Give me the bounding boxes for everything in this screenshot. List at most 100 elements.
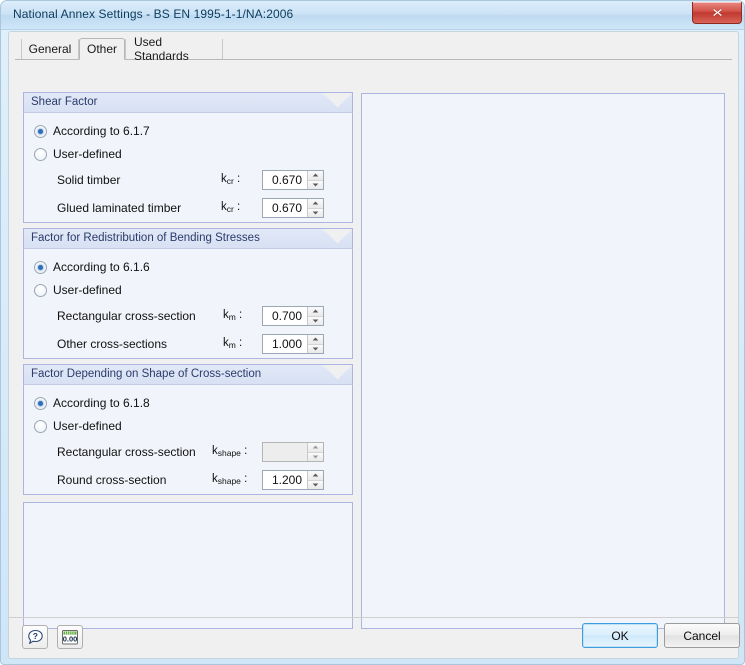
ok-button[interactable]: OK: [582, 623, 658, 648]
group-header: Shear Factor: [23, 92, 353, 113]
chevron-up-icon: [312, 473, 319, 477]
field-symbol: km :: [223, 309, 243, 322]
help-button[interactable]: ?: [22, 625, 48, 649]
radio-indicator: [34, 283, 47, 297]
chevron-down-icon: [312, 455, 319, 459]
right-preview-panel: [361, 93, 725, 629]
field-label: Other cross-sections: [57, 337, 168, 351]
footer-bar: ? 0.00 OK Cancel: [9, 617, 740, 658]
radio-user-defined-redistribution[interactable]: User-defined: [34, 283, 122, 297]
spinbox-buttons: [307, 171, 323, 189]
field-row-rectangular-cross-section-km: Rectangular cross-section km : 0.700: [24, 306, 352, 327]
radio-label: User-defined: [53, 147, 122, 161]
spinner-down-button[interactable]: [308, 343, 323, 353]
field-row-other-cross-sections-km: Other cross-sections km : 1.000: [24, 334, 352, 355]
spinner-up-button[interactable]: [308, 443, 323, 452]
close-icon: [712, 8, 722, 17]
group-header: Factor for Redistribution of Bending Str…: [23, 228, 353, 249]
spinbox-value: 1.000: [271, 337, 302, 351]
help-icon: ?: [27, 629, 43, 644]
radio-user-defined-shape[interactable]: User-defined: [34, 419, 122, 433]
spinner-down-button[interactable]: [308, 315, 323, 325]
radio-according-618[interactable]: According to 6.1.8: [34, 396, 150, 410]
ok-label: OK: [611, 628, 629, 643]
spinbox-kcr-solid-timber[interactable]: 0.670: [262, 170, 324, 190]
group-redistribution-bending-stresses: Factor for Redistribution of Bending Str…: [23, 228, 353, 359]
spinbox-value: [263, 443, 307, 461]
chevron-up-icon: [312, 173, 319, 177]
spinner-up-button[interactable]: [308, 307, 323, 316]
chevron-up-icon: [312, 309, 319, 313]
spinbox-buttons: [307, 471, 323, 489]
spinbox-kshape-round[interactable]: 1.200: [262, 470, 324, 490]
field-symbol: kshape :: [212, 445, 248, 458]
decimal-places-icon: 0.00: [62, 629, 78, 644]
radio-label: User-defined: [53, 419, 122, 433]
spinbox-buttons: [307, 307, 323, 325]
spinner-up-button[interactable]: [308, 199, 323, 208]
chevron-down-icon: [312, 183, 319, 187]
window-title: National Annex Settings - BS EN 1995-1-1…: [13, 7, 294, 21]
tab-general[interactable]: General: [21, 39, 79, 59]
group-title: Factor for Redistribution of Bending Str…: [31, 232, 260, 244]
spinbox-buttons: [307, 335, 323, 353]
chevron-up-icon: [312, 201, 319, 205]
tab-used-standards[interactable]: Used Standards: [125, 35, 223, 63]
spinner-up-button[interactable]: [308, 171, 323, 180]
cancel-button[interactable]: Cancel: [664, 623, 740, 648]
chevron-down-icon: [312, 347, 319, 351]
radio-indicator: [34, 124, 47, 138]
svg-text:?: ?: [32, 631, 37, 641]
spinbox-buttons: [307, 199, 323, 217]
group-shape-of-cross-section: Factor Depending on Shape of Cross-secti…: [23, 364, 353, 495]
field-label: Glued laminated timber: [57, 201, 182, 215]
radio-indicator: [34, 396, 47, 410]
tab-other[interactable]: Other: [79, 38, 125, 60]
group-title: Factor Depending on Shape of Cross-secti…: [31, 368, 262, 380]
spinbox-buttons: [307, 443, 323, 461]
spinner-up-button[interactable]: [308, 335, 323, 344]
spinner-down-button[interactable]: [308, 179, 323, 189]
chevron-down-icon: [312, 483, 319, 487]
radio-according-616[interactable]: According to 6.1.6: [34, 260, 150, 274]
decimal-places-button[interactable]: 0.00: [57, 625, 83, 649]
tab-label: General: [28, 42, 72, 56]
tab-label: Other: [87, 42, 118, 56]
radio-label: According to 6.1.6: [53, 260, 150, 274]
field-symbol: kcr :: [221, 173, 241, 186]
field-label: Rectangular cross-section: [57, 445, 196, 459]
spinner-down-button[interactable]: [308, 479, 323, 489]
chevron-up-icon: [312, 445, 319, 449]
close-button[interactable]: [692, 2, 742, 24]
spinbox-value: 0.670: [271, 201, 302, 215]
group-shear-factor: Shear Factor According to 6.1.7 User-def…: [23, 92, 353, 223]
radio-label: According to 6.1.7: [53, 124, 150, 138]
chevron-up-icon: [312, 337, 319, 341]
field-symbol: km :: [223, 337, 243, 350]
spinbox-value: 0.670: [271, 173, 302, 187]
group-header: Factor Depending on Shape of Cross-secti…: [23, 364, 353, 385]
spinner-down-button[interactable]: [308, 451, 323, 461]
field-row-round-cross-section-kshape: Round cross-section kshape : 1.200: [24, 470, 352, 491]
field-row-glued-laminated-timber: Glued laminated timber kcr : 0.670: [24, 198, 352, 219]
spinner-up-button[interactable]: [308, 471, 323, 480]
client-area: General Other Used Standards Shear Facto…: [8, 31, 740, 659]
spinbox-kcr-glued-laminated[interactable]: 0.670: [262, 198, 324, 218]
radio-according-617[interactable]: According to 6.1.7: [34, 124, 150, 138]
field-label: Round cross-section: [57, 473, 167, 487]
field-symbol: kcr :: [221, 201, 241, 214]
field-row-rectangular-cross-section-kshape: Rectangular cross-section kshape :: [24, 442, 352, 463]
radio-label: User-defined: [53, 283, 122, 297]
cancel-label: Cancel: [683, 628, 721, 643]
tab-strip: General Other Used Standards: [15, 35, 732, 63]
spinbox-km-other[interactable]: 1.000: [262, 334, 324, 354]
spinner-down-button[interactable]: [308, 207, 323, 217]
group-title: Shear Factor: [31, 96, 98, 108]
radio-indicator: [34, 419, 47, 433]
radio-user-defined-shear[interactable]: User-defined: [34, 147, 122, 161]
spinbox-km-rectangular[interactable]: 0.700: [262, 306, 324, 326]
field-label: Solid timber: [57, 173, 121, 187]
tab-page-other: Shear Factor According to 6.1.7 User-def…: [15, 59, 733, 629]
spinbox-kshape-rectangular[interactable]: [262, 442, 324, 462]
chevron-down-icon: [312, 211, 319, 215]
